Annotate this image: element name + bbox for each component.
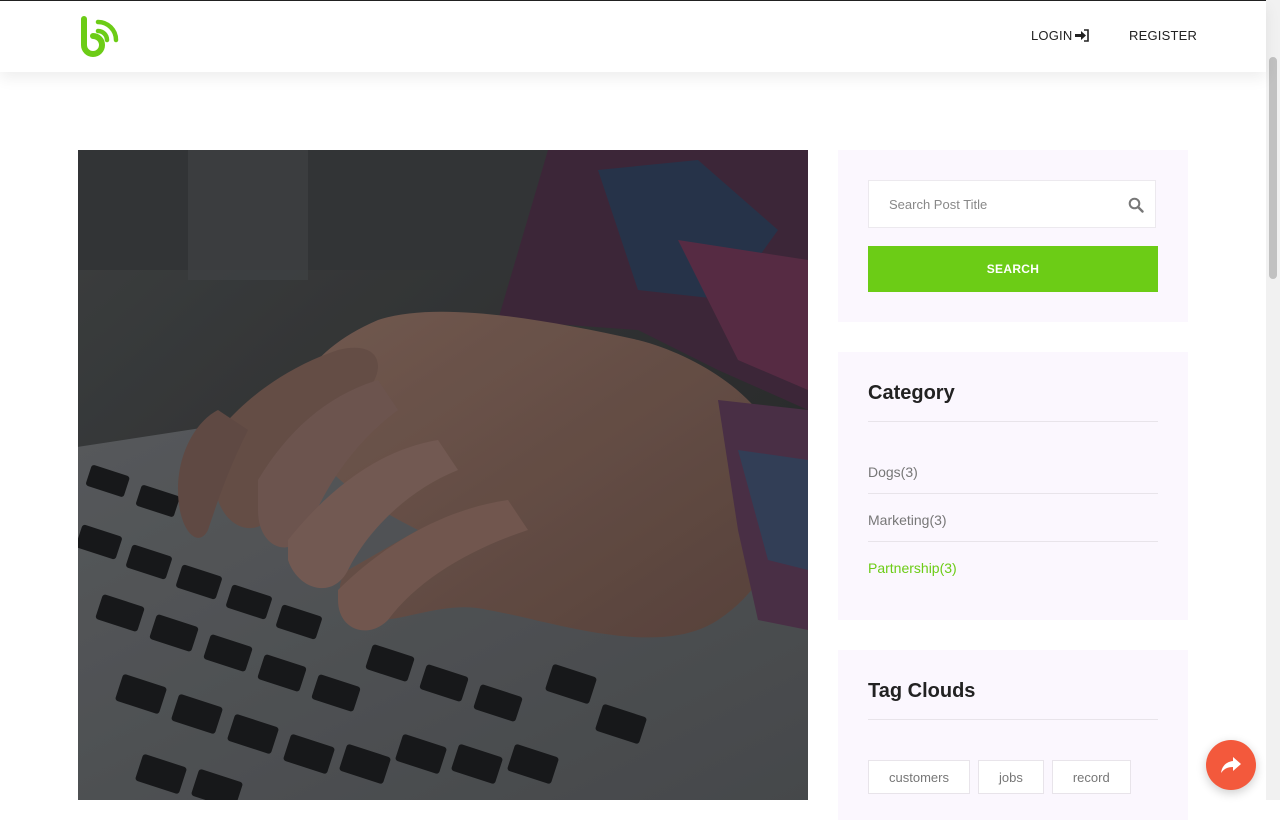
- tag-clouds-divider: [868, 719, 1158, 720]
- tag-clouds-widget: Tag Clouds customers jobs record: [838, 650, 1188, 820]
- category-list: Dogs(3) Marketing(3) Partnership(3): [868, 446, 1158, 590]
- tag-customers[interactable]: customers: [868, 760, 970, 794]
- category-item-marketing[interactable]: Marketing(3): [868, 494, 1158, 542]
- category-item-partnership[interactable]: Partnership(3): [868, 542, 1158, 590]
- hero-photo: [78, 150, 808, 800]
- category-divider: [868, 421, 1158, 422]
- category-link[interactable]: Dogs(3): [868, 464, 918, 480]
- tag-jobs[interactable]: jobs: [977, 760, 1044, 794]
- search-button[interactable]: SEARCH: [868, 246, 1158, 292]
- scrollbar-thumb[interactable]: [1269, 57, 1277, 279]
- login-link[interactable]: LOGIN: [1031, 28, 1090, 43]
- category-link[interactable]: Marketing(3): [868, 512, 947, 528]
- tag-record[interactable]: record: [1051, 760, 1131, 794]
- tag-list: customers jobs record: [868, 760, 1131, 794]
- share-icon: [1221, 757, 1241, 773]
- search-box: [868, 180, 1156, 228]
- register-link[interactable]: REGISTER: [1129, 28, 1197, 43]
- category-widget: Category Dogs(3) Marketing(3) Partnershi…: [838, 352, 1188, 620]
- search-icon[interactable]: [1128, 197, 1144, 213]
- brand-logo[interactable]: [78, 15, 120, 59]
- tag-clouds-title: Tag Clouds: [868, 680, 976, 702]
- login-icon: [1075, 29, 1090, 42]
- login-label: LOGIN: [1031, 28, 1073, 43]
- search-widget: SEARCH: [838, 150, 1188, 322]
- category-link[interactable]: Partnership(3): [868, 560, 957, 576]
- hero-image-laptop-typing: [78, 150, 808, 800]
- category-item-dogs[interactable]: Dogs(3): [868, 446, 1158, 494]
- category-title: Category: [868, 382, 955, 404]
- site-header: LOGIN REGISTER: [0, 1, 1266, 72]
- share-button[interactable]: [1206, 740, 1256, 790]
- search-input[interactable]: [869, 181, 1119, 227]
